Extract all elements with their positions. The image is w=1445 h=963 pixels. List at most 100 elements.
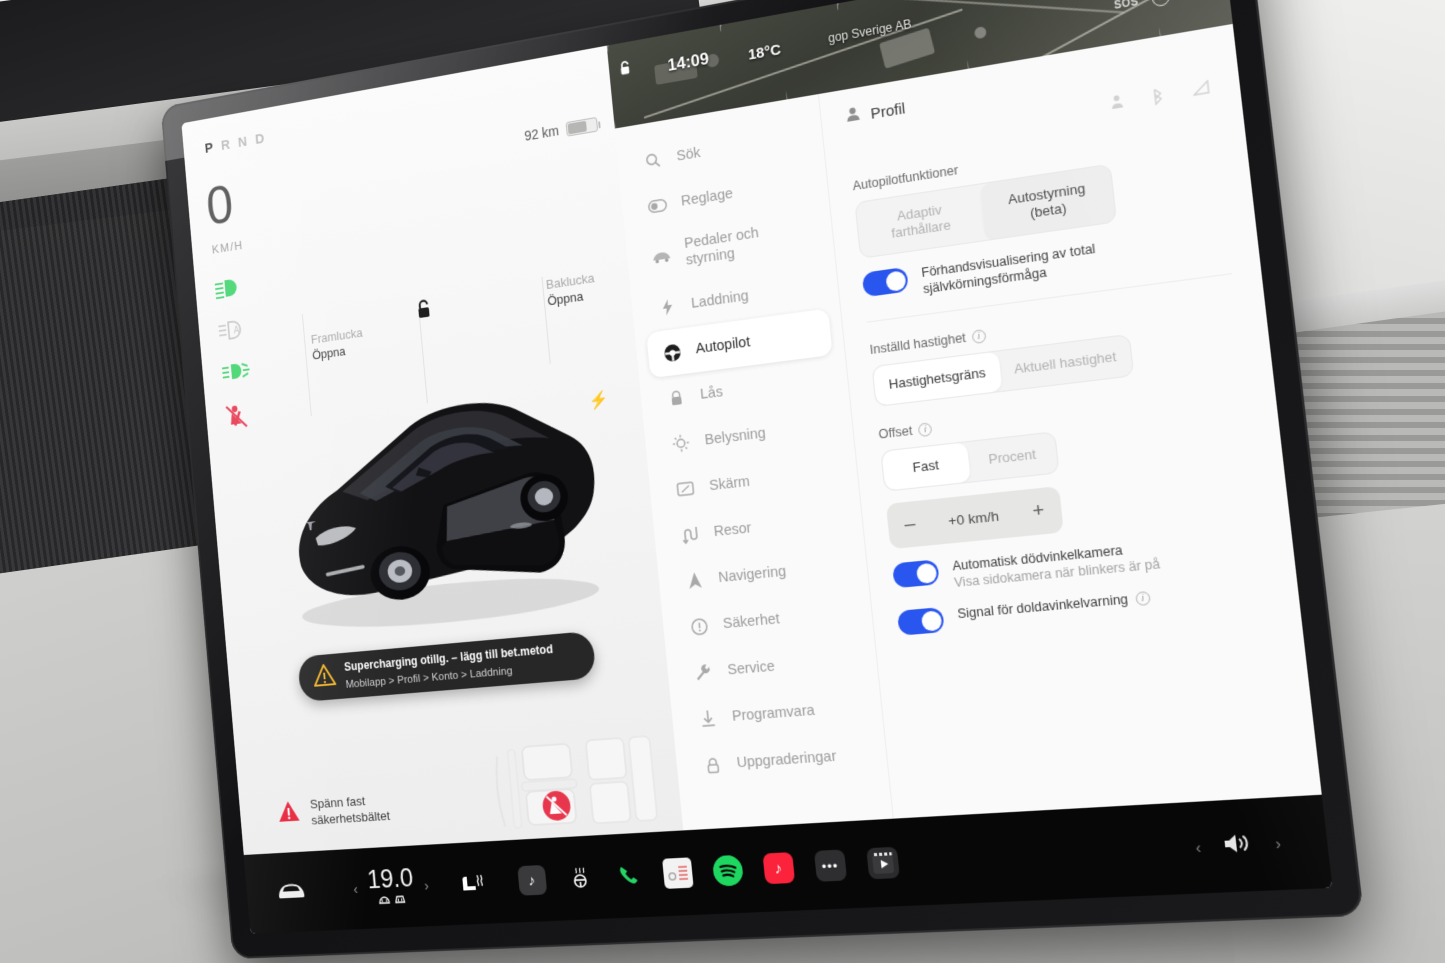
gear-n: N <box>237 133 249 151</box>
increment-button[interactable]: + <box>1031 499 1045 523</box>
bluetooth-icon <box>1151 87 1166 111</box>
display-icon <box>674 480 696 497</box>
segment-adaptive-cruise[interactable]: Adaptiv farthållare <box>856 184 987 257</box>
clock: 14:09 <box>666 49 710 75</box>
front-fog-light-icon <box>220 359 253 387</box>
defrost-front-icon[interactable] <box>393 891 406 909</box>
temp-increase-chevron[interactable]: › <box>424 877 430 894</box>
sidebar-item-label: Autopilot <box>694 333 751 357</box>
driver-temperature-control[interactable]: ‹ 19.0 › <box>352 863 431 911</box>
car-pedals-icon <box>652 249 673 265</box>
fsd-visualization-toggle[interactable] <box>861 266 909 298</box>
toggle-icon <box>647 198 669 214</box>
blind-spot-warning-toggle[interactable] <box>896 606 945 636</box>
speed-unit-label: KM/H <box>211 237 244 257</box>
segment-speed-limit[interactable]: Hastighetsgräns <box>872 351 1003 406</box>
offset-value: +0 km/h <box>947 507 1000 529</box>
sidebar-item-label: Pedaler och styrning <box>683 225 760 269</box>
steering-wheel-heater-icon[interactable] <box>564 862 595 893</box>
upgrade-lock-icon <box>701 756 724 775</box>
wifi-icon <box>1192 80 1212 105</box>
range-indicator: 92 km <box>524 116 599 144</box>
info-icon[interactable]: i <box>971 328 987 344</box>
warning-triangle-icon <box>311 662 337 693</box>
offset-stepper[interactable]: – +0 km/h + <box>885 486 1064 550</box>
front-trunk-control[interactable]: Framlucka Öppna <box>310 324 364 363</box>
autopilot-settings-pane: Profil Autopilotfunktioner Adaptiv farth… <box>817 23 1322 819</box>
offset-segmented-control[interactable]: Fast Procent <box>880 431 1060 492</box>
segment-fixed[interactable]: Fast <box>881 442 971 491</box>
segment-percent[interactable]: Procent <box>967 432 1059 481</box>
blind-spot-warning-title: Signal för doldavinkelvarning <box>956 591 1129 622</box>
red-alert-triangle-icon <box>276 798 302 829</box>
gear-indicator: P R N D <box>204 130 265 156</box>
auto-high-beam-icon: A <box>216 317 249 345</box>
outside-temperature: 18°C <box>747 41 782 64</box>
sidebar-item-label: Belysning <box>703 424 767 448</box>
sidebar-item-label: Skärm <box>708 473 751 494</box>
spotify-icon[interactable] <box>711 854 744 887</box>
low-beam-headlight-icon <box>213 275 246 303</box>
notification-title: Supercharging otillg. – lägg till bet.me… <box>343 642 554 674</box>
unlocked-padlock-icon[interactable] <box>414 297 436 327</box>
seatbelt-warning: Spänn fast säkerhetsbältet <box>276 791 391 830</box>
vehicle-render <box>255 341 632 648</box>
decrement-button[interactable]: – <box>903 513 916 537</box>
person-small-icon <box>1110 94 1125 118</box>
speaker-volume-icon[interactable] <box>1222 830 1255 861</box>
volume-up-chevron[interactable]: › <box>1275 835 1282 853</box>
wrench-icon <box>692 662 715 682</box>
car-front-icon[interactable] <box>276 880 307 905</box>
dock-app-row: ♪ ♪ ••• <box>516 846 900 896</box>
seat-heater-icon[interactable] <box>458 872 487 895</box>
sidebar-item-label: Resor <box>713 519 753 540</box>
settings-panel: Sök Reglage Pedaler och styrning Laddnin… <box>614 23 1322 831</box>
person-icon <box>845 105 862 128</box>
sos-button[interactable]: SOS <box>1113 0 1139 12</box>
rear-trunk-control[interactable]: Baklucka Öppna <box>545 269 596 309</box>
phone-icon[interactable] <box>613 860 644 891</box>
passenger-airbag-indicator: ☺ PASSENGER AIRBAG ON <box>1150 0 1216 8</box>
apple-music-icon[interactable]: ♪ <box>762 852 795 885</box>
sidebar-item-label: Säkerhet <box>722 610 781 632</box>
video-player-icon[interactable] <box>865 846 900 880</box>
info-icon[interactable]: i <box>917 421 933 437</box>
gear-r: R <box>220 136 232 154</box>
sidebar-item-label: Lås <box>699 383 724 403</box>
volume-control[interactable]: ‹ › <box>1194 829 1283 863</box>
defrost-rear-icon[interactable] <box>378 892 391 910</box>
temp-decrease-chevron[interactable]: ‹ <box>353 881 359 897</box>
sidebar-item-label: Laddning <box>690 287 750 312</box>
sidebar-item-label: Programvara <box>731 702 816 725</box>
charge-bolt-icon[interactable]: ⚡ <box>588 390 609 412</box>
screen-content: 14:09 18°C gop Sverige AB SOS ☺ PASSENGE… <box>181 0 1333 934</box>
gear-p: P <box>204 139 215 157</box>
volume-down-chevron[interactable]: ‹ <box>1195 839 1202 857</box>
bolt-icon <box>656 297 679 318</box>
navigation-arrow-icon <box>683 570 706 590</box>
light-bulb-icon <box>670 433 693 453</box>
segment-current-speed[interactable]: Aktuell hastighet <box>998 335 1133 391</box>
speed-readout: 0 <box>204 173 236 237</box>
sidebar-item-label: Uppgraderingar <box>735 747 838 771</box>
range-value: 92 km <box>523 122 560 144</box>
map-place-label: gop Sverige AB <box>827 16 913 46</box>
more-apps-icon[interactable]: ••• <box>813 849 847 882</box>
segment-autosteer-beta[interactable]: Autostyrning (beta) <box>980 164 1116 240</box>
blind-spot-camera-toggle[interactable] <box>892 559 940 589</box>
seat-occupancy-diagram <box>490 730 681 837</box>
driving-visualization-panel: P R N D 0 KM/H A 92 km Framlucka Öppna B… <box>181 44 690 856</box>
sidebar-item-label: Sök <box>675 144 702 165</box>
profile-label: Profil <box>869 99 907 123</box>
info-icon[interactable]: i <box>1134 590 1151 606</box>
battery-gauge <box>565 116 599 137</box>
touchscreen: 14:09 18°C gop Sverige AB SOS ☺ PASSENGE… <box>160 0 1364 960</box>
radio-tuner-icon[interactable] <box>661 857 694 889</box>
search-icon <box>642 151 664 170</box>
sidebar-item-label: Reglage <box>680 185 734 210</box>
trips-icon <box>679 525 702 545</box>
steering-wheel-icon <box>661 342 684 363</box>
media-tile-icon[interactable]: ♪ <box>516 864 547 896</box>
unlocked-padlock-icon <box>618 59 634 83</box>
safety-alert-icon <box>688 617 711 636</box>
